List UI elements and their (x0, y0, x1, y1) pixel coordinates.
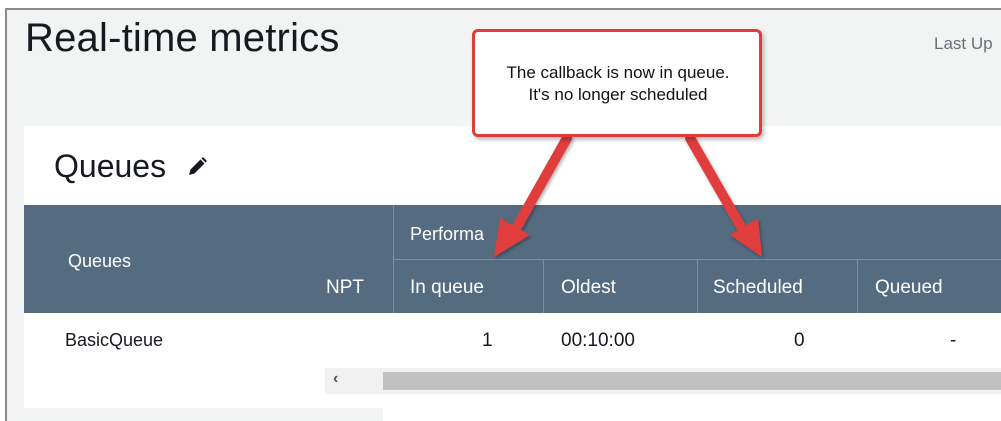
annotation-line-2: It's no longer scheduled (528, 85, 708, 104)
annotation-text: The callback is now in queue. It's no lo… (478, 62, 758, 106)
arrow-to-in-queue (494, 133, 572, 257)
arrow-to-scheduled (685, 133, 762, 257)
annotation-line-1: The callback is now in queue. (506, 63, 730, 82)
